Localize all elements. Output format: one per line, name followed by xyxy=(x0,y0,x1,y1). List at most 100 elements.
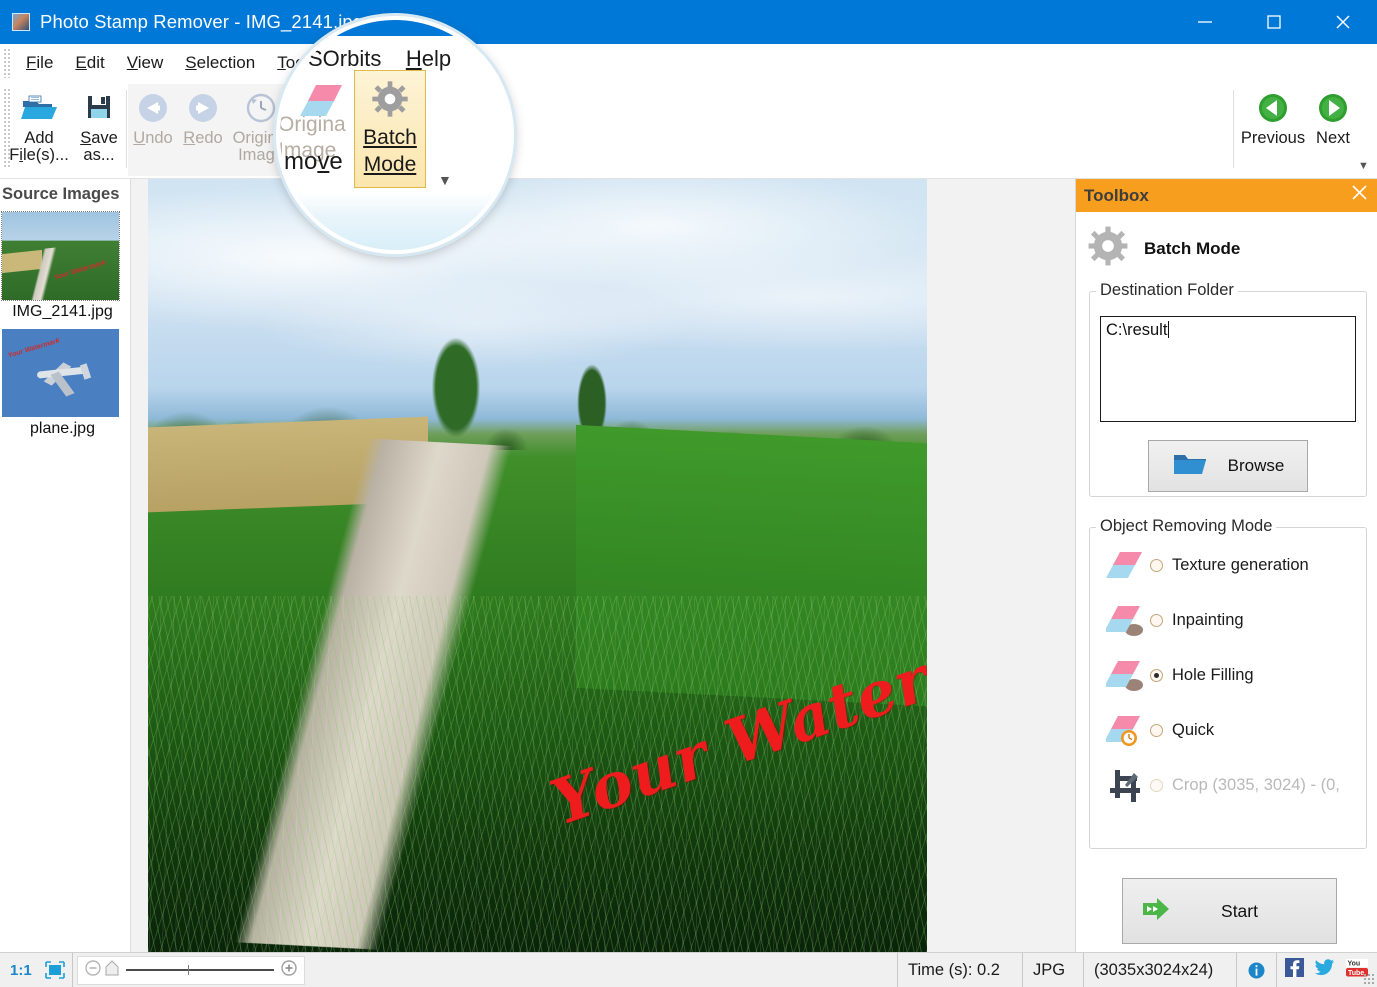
save-as-label-line2: as... xyxy=(83,145,115,164)
maximize-icon[interactable] xyxy=(1239,0,1308,44)
orm-label: Texture generation xyxy=(1172,556,1309,574)
magnifier-menu-sorbits[interactable]: SOrbits xyxy=(308,46,381,71)
magnifier-menu-help[interactable]: Help xyxy=(406,46,451,71)
zoom-slider[interactable] xyxy=(76,955,305,985)
magnifier-batch-line1: Batch xyxy=(363,126,417,149)
format-status: JPG xyxy=(1023,953,1083,987)
toolbox-mode-header: Batch Mode xyxy=(1076,212,1377,279)
next-button[interactable]: Next xyxy=(1303,86,1363,147)
green-double-arrow-icon xyxy=(1141,894,1177,929)
fit-to-window-icon[interactable] xyxy=(38,953,72,987)
text-caret xyxy=(1168,321,1170,338)
add-files-button[interactable]: Add File(s)... xyxy=(8,86,70,164)
green-left-arrow-icon xyxy=(1240,86,1306,130)
orm-label: Quick xyxy=(1172,721,1215,739)
previous-label: Previous xyxy=(1240,129,1306,147)
orm-option-crop[interactable]: Crop (3035, 3024) - (0, xyxy=(1090,758,1366,813)
previous-button[interactable]: Previous xyxy=(1240,86,1306,147)
ribbon-expand-icon[interactable]: ▼ xyxy=(1358,160,1369,172)
main-photo[interactable]: Your Watermark xyxy=(148,179,927,952)
magnifier-content: SOrbits Help Origina Image move Batch Mo… xyxy=(280,20,510,250)
orm-option-hole-filling[interactable]: Hole Filling xyxy=(1090,648,1366,703)
next-label: Next xyxy=(1316,129,1350,147)
info-icon[interactable] xyxy=(1237,953,1276,987)
gear-icon xyxy=(1086,224,1130,273)
image-canvas-area[interactable]: Your Watermark xyxy=(131,179,1075,952)
magnifier-remove-text[interactable]: move xyxy=(284,148,343,176)
save-as-label-line1: Save xyxy=(80,129,118,147)
toolbox-panel: Toolbox Batch Mode Destination Folder C:… xyxy=(1075,179,1377,952)
app-photo-icon xyxy=(12,13,30,31)
application-window: Photo Stamp Remover - IMG_2141.jpg FFile… xyxy=(0,0,1377,987)
menu-edit[interactable]: Edit xyxy=(64,51,115,75)
orm-label: Hole Filling xyxy=(1172,666,1254,684)
facebook-icon[interactable] xyxy=(1285,958,1304,982)
floppy-disk-icon xyxy=(68,86,130,130)
status-bar: 1:1 Time (s): 0.2 JPG (3035x3024x24) You… xyxy=(0,952,1377,987)
thumbnail-image: Your Watermark xyxy=(2,212,119,300)
green-right-arrow-icon xyxy=(1303,86,1363,130)
destination-folder-legend: Destination Folder xyxy=(1096,281,1238,300)
resize-grip[interactable] xyxy=(1363,973,1375,985)
destination-folder-value: C:\result xyxy=(1106,321,1168,339)
radio-hole-filling[interactable] xyxy=(1150,669,1163,682)
photo-grass-texture xyxy=(148,596,927,952)
photo-tree xyxy=(420,318,491,458)
time-label: Time (s): 0.2 xyxy=(908,960,1000,979)
magnifier-batch-mode-button[interactable]: Batch Mode xyxy=(354,70,426,188)
zoom-slider-track[interactable] xyxy=(125,965,274,975)
radio-texture-generation[interactable] xyxy=(1150,559,1163,572)
minimize-icon[interactable] xyxy=(1170,0,1239,44)
zoom-in-icon[interactable] xyxy=(280,959,298,982)
time-status: Time (s): 0.2 xyxy=(898,953,1022,987)
save-as-button[interactable]: Save as... xyxy=(68,86,130,164)
gear-icon xyxy=(370,79,410,124)
twitter-icon[interactable] xyxy=(1314,958,1335,982)
window-controls xyxy=(1170,0,1377,44)
zoom-out-icon[interactable] xyxy=(84,959,102,982)
menu-view[interactable]: View xyxy=(116,51,175,75)
redo-label: Redo xyxy=(183,129,223,147)
menu-selection[interactable]: Selection xyxy=(174,51,266,75)
thumb-plane-tail xyxy=(79,363,91,380)
folder-icon xyxy=(1172,451,1208,482)
ribbon-overflow-icon[interactable]: ▼ xyxy=(438,172,452,188)
orm-option-quick[interactable]: Quick xyxy=(1090,703,1366,758)
source-images-title: Source Images xyxy=(2,185,120,203)
open-folder-icon xyxy=(8,86,70,130)
list-item[interactable]: Your Watermark xyxy=(2,329,119,417)
orm-label: Crop (3035, 3024) - (0, xyxy=(1172,776,1340,794)
svg-text:Tube: Tube xyxy=(1348,970,1364,977)
start-button[interactable]: Start xyxy=(1122,878,1337,944)
orm-label: Inpainting xyxy=(1172,611,1244,629)
eraser-clock-icon xyxy=(1104,714,1150,748)
orm-option-texture-generation[interactable]: Texture generation xyxy=(1090,538,1366,593)
destination-folder-group: Destination Folder C:\result Browse xyxy=(1089,281,1367,497)
radio-quick[interactable] xyxy=(1150,724,1163,737)
dimensions-status: (3035x3024x24) xyxy=(1084,953,1236,987)
radio-crop[interactable] xyxy=(1150,779,1163,792)
close-icon[interactable] xyxy=(1351,184,1368,205)
svg-text:You: You xyxy=(1348,960,1361,967)
eraser-shadow-icon xyxy=(1104,604,1150,638)
menu-file[interactable]: FFileile xyxy=(15,51,64,75)
toolbox-title: Toolbox xyxy=(1084,185,1149,205)
browse-button[interactable]: Browse xyxy=(1148,440,1308,492)
object-removing-mode-legend: Object Removing Mode xyxy=(1096,517,1277,536)
menu-bar: FFileile Edit View Selection Tools SOrbi… xyxy=(0,44,1377,82)
list-item[interactable]: Your Watermark xyxy=(1,211,120,301)
destination-folder-input[interactable]: C:\result xyxy=(1100,316,1356,422)
close-icon[interactable] xyxy=(1308,0,1377,44)
radio-inpainting[interactable] xyxy=(1150,614,1163,627)
magnifier-menu-text: SOrbits Help xyxy=(308,46,451,72)
redo-button[interactable]: Redo xyxy=(172,86,234,147)
toolbox-mode-title: Batch Mode xyxy=(1144,238,1241,258)
format-label: JPG xyxy=(1033,960,1066,979)
source-images-panel: Source Images Your Watermark IMG_2141.jp… xyxy=(0,179,131,952)
zoom-slider-handle[interactable] xyxy=(104,959,120,982)
menubar-grip[interactable] xyxy=(3,48,11,78)
ribbon-separator-2 xyxy=(1233,90,1234,168)
orm-option-inpainting[interactable]: Inpainting xyxy=(1090,593,1366,648)
thumbnail-image: Your Watermark xyxy=(2,329,119,417)
zoom-ratio-label[interactable]: 1:1 xyxy=(0,962,38,979)
